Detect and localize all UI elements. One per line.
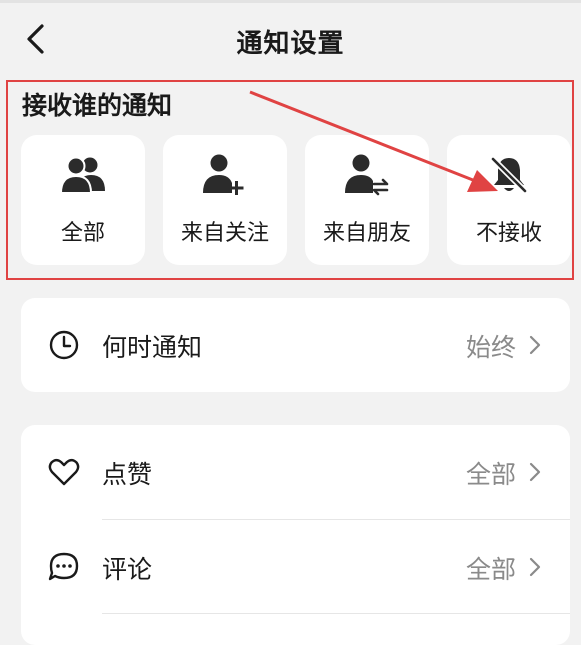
- clock-icon: [49, 330, 79, 360]
- option-friends[interactable]: 来自朋友: [305, 135, 429, 265]
- option-all[interactable]: 全部: [21, 135, 145, 265]
- page-title: 通知设置: [236, 29, 345, 59]
- interactions-card: 点赞 全部 评论 全部: [21, 425, 570, 645]
- nav-bar: 通知设置: [0, 3, 581, 75]
- row-divider: [102, 613, 570, 614]
- comment-row[interactable]: 评论 全部: [21, 520, 570, 614]
- option-label: 来自朋友: [322, 221, 411, 246]
- bell-off-icon: [490, 156, 528, 194]
- comment-icon: [48, 552, 79, 581]
- friend-exchange-icon: [345, 154, 389, 196]
- option-label: 来自关注: [180, 221, 269, 246]
- heart-icon: [48, 458, 80, 486]
- row-label: 点赞: [102, 460, 153, 489]
- option-following[interactable]: 来自关注: [163, 135, 287, 265]
- row-label: 评论: [102, 555, 153, 584]
- chevron-right-icon: [529, 557, 541, 577]
- option-label: 全部: [60, 221, 105, 246]
- group-icon: [59, 156, 105, 194]
- option-none[interactable]: 不接收: [447, 135, 571, 265]
- like-row[interactable]: 点赞 全部: [21, 425, 570, 519]
- row-value: 全部: [465, 460, 516, 489]
- add-person-icon: [203, 154, 244, 195]
- option-label: 不接收: [475, 221, 542, 246]
- when-row[interactable]: 何时通知 始终: [21, 298, 570, 392]
- chevron-right-icon: [529, 335, 541, 355]
- row-value: 全部: [465, 555, 516, 584]
- when-card: 何时通知 始终: [21, 298, 570, 392]
- row-label: 何时通知: [102, 333, 203, 362]
- row-value: 始终: [465, 333, 516, 362]
- receive-section-title: 接收谁的通知: [22, 91, 173, 120]
- chevron-right-icon: [529, 462, 541, 482]
